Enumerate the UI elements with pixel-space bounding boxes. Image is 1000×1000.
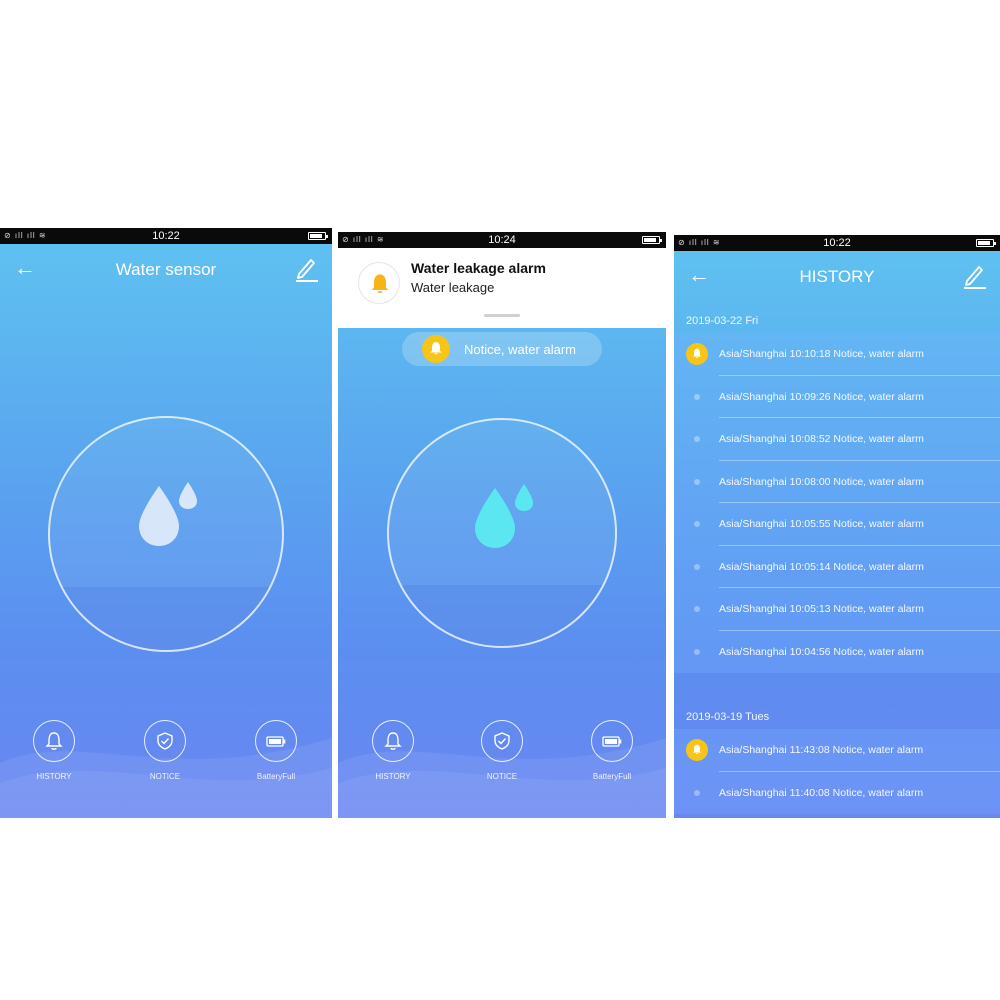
battery-icon (266, 736, 286, 747)
bell-icon (384, 732, 402, 750)
entry-dot (686, 513, 708, 535)
history-entry-text: Asia/Shanghai 10:04:56 Notice, water ala… (719, 645, 924, 658)
entry-dot (686, 782, 708, 804)
status-bar: ⊘ ıll ıll ≋ 10:24 (338, 232, 666, 248)
battery-button[interactable]: BatteryFull (577, 720, 647, 781)
history-entry-text: Asia/Shanghai 11:43:08 Notice, water ala… (719, 744, 924, 756)
sensor-status-circle (387, 418, 617, 648)
history-date-header: 2019-03-22 Fri (686, 315, 759, 327)
history-entry[interactable]: Asia/Shanghai 10:05:13 Notice, water ala… (674, 588, 1000, 631)
notification-body: Water leakage (411, 280, 495, 295)
shield-check-icon (157, 732, 173, 750)
history-entry[interactable]: Asia/Shanghai 10:08:00 Notice, water ala… (674, 461, 1000, 503)
page-title: HISTORY (799, 267, 875, 286)
status-time: 10:24 (488, 234, 516, 246)
battery-icon (602, 736, 622, 747)
entry-dot (686, 386, 708, 408)
battery-status-icon (642, 236, 662, 244)
entry-dot (686, 471, 708, 493)
history-button[interactable]: HISTORY (358, 720, 428, 781)
status-bar: ⊘ ıll ıll ≋ 10:22 (0, 228, 332, 244)
history-screen: ⊘ ıll ıll ≋ 10:22 ← HISTORY 2019-03-22 F… (674, 235, 1000, 818)
battery-label: BatteryFull (592, 772, 632, 781)
history-button[interactable]: HISTORY (19, 720, 89, 781)
edit-icon[interactable] (294, 254, 320, 282)
bell-icon (371, 274, 389, 293)
entry-dot (686, 556, 708, 578)
entry-dot (686, 598, 708, 620)
history-list: Asia/Shanghai 11:43:08 Notice, water ala… (674, 729, 1000, 814)
history-entry-text: Asia/Shanghai 10:09:26 Notice, water ala… (719, 390, 924, 403)
bell-icon (692, 744, 702, 754)
toast-bell-badge (422, 335, 450, 363)
notice-label: NOTICE (149, 772, 181, 781)
history-label: HISTORY (375, 772, 411, 781)
notice-button[interactable]: NOTICE (467, 720, 537, 781)
top-bar: ← Water sensor (0, 244, 332, 296)
history-entry-text: Asia/Shanghai 10:05:55 Notice, water ala… (719, 518, 924, 530)
shield-check-icon (494, 732, 510, 750)
entry-dot (686, 428, 708, 450)
history-entry[interactable]: Asia/Shanghai 10:05:55 Notice, water ala… (674, 503, 1000, 546)
edit-icon[interactable] (962, 261, 988, 289)
status-time: 10:22 (152, 230, 180, 242)
alarm-toast: Notice, water alarm (402, 332, 602, 366)
alarm-badge (686, 739, 708, 761)
history-entry[interactable]: Asia/Shanghai 10:10:18 Notice, water ala… (674, 333, 1000, 376)
history-icon-ring (372, 720, 414, 762)
battery-button[interactable]: BatteryFull (241, 720, 311, 781)
notice-icon-ring (481, 720, 523, 762)
alarm-badge (686, 343, 708, 365)
battery-label: BatteryFull (256, 772, 296, 781)
notice-icon-ring (144, 720, 186, 762)
history-entry-text: Asia/Shanghai 10:10:18 Notice, water ala… (719, 348, 924, 360)
status-bar: ⊘ ıll ıll ≋ 10:22 (674, 235, 1000, 251)
bell-icon (45, 732, 63, 750)
notification-title: Water leakage alarm (411, 260, 546, 276)
bell-icon (692, 348, 702, 358)
water-sensor-screen: ⊘ ıll ıll ≋ 10:22 ← Water sensor HISTORY (0, 228, 332, 818)
top-bar: ← HISTORY (674, 251, 1000, 303)
status-time: 10:22 (823, 237, 851, 249)
history-date-header: 2019-03-19 Tues (686, 711, 770, 723)
alarm-notification-screen: ⊘ ıll ıll ≋ 10:24 Water leakage alarm Wa… (338, 232, 666, 818)
notice-label: NOTICE (486, 772, 518, 781)
bell-icon (430, 342, 442, 355)
entry-dot (686, 641, 708, 663)
history-label: HISTORY (36, 772, 72, 781)
toast-text: Notice, water alarm (464, 342, 576, 357)
history-entry[interactable]: Asia/Shanghai 10:05:14 Notice, water ala… (674, 546, 1000, 588)
drag-handle[interactable] (484, 314, 520, 317)
history-entry-text: Asia/Shanghai 10:08:52 Notice, water ala… (719, 433, 924, 445)
water-drop-icon (139, 482, 197, 546)
battery-status-icon (308, 232, 328, 240)
history-entry[interactable]: Asia/Shanghai 11:40:08 Notice, water ala… (674, 772, 1000, 815)
notification-app-icon (358, 262, 400, 304)
history-entry-text: Asia/Shanghai 10:05:14 Notice, water ala… (719, 560, 924, 573)
history-entry[interactable]: Asia/Shanghai 11:43:08 Notice, water ala… (674, 729, 1000, 772)
history-entry[interactable]: Asia/Shanghai 10:04:56 Notice, water ala… (674, 631, 1000, 674)
page-title: Water sensor (115, 260, 217, 279)
history-list: Asia/Shanghai 10:10:18 Notice, water ala… (674, 333, 1000, 673)
history-entry[interactable]: Asia/Shanghai 10:08:52 Notice, water ala… (674, 418, 1000, 461)
water-drop-icon (475, 484, 533, 548)
sensor-status-circle (48, 416, 284, 652)
history-icon-ring (33, 720, 75, 762)
history-entry-text: Asia/Shanghai 11:40:08 Notice, water ala… (719, 786, 924, 799)
push-notification[interactable]: Water leakage alarm Water leakage (338, 248, 666, 328)
notice-button[interactable]: NOTICE (130, 720, 200, 781)
history-entry[interactable]: Asia/Shanghai 10:09:26 Notice, water ala… (674, 376, 1000, 418)
history-entry-text: Asia/Shanghai 10:08:00 Notice, water ala… (719, 475, 924, 488)
battery-icon-ring (255, 720, 297, 762)
history-entry-text: Asia/Shanghai 10:05:13 Notice, water ala… (719, 603, 924, 615)
battery-icon-ring (591, 720, 633, 762)
battery-status-icon (976, 239, 996, 247)
